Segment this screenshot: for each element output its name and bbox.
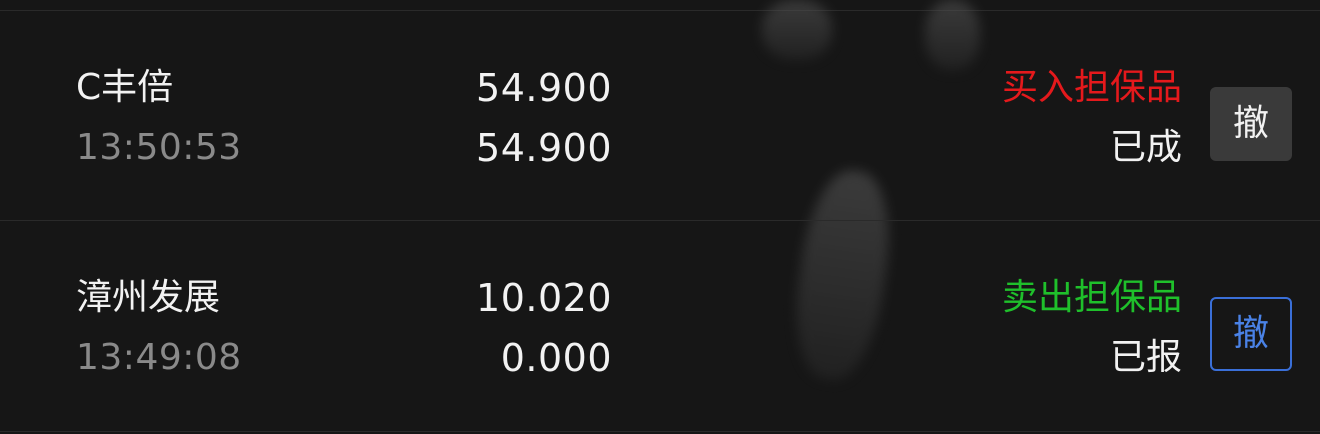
order-row[interactable]: 漳州发展 13:49:08 10.020 0.000 卖出担保品 已报 撤	[0, 222, 1320, 430]
order-time: 13:50:53	[76, 127, 242, 168]
order-status: 已报	[1109, 337, 1182, 378]
order-side: 买入担保品	[1001, 67, 1182, 108]
filled-price: 0.000	[500, 336, 612, 380]
stock-name: 漳州发展	[76, 277, 221, 318]
order-row[interactable]: C丰倍 13:50:53 54.900 54.900 买入担保品 已成 撤	[0, 12, 1320, 220]
filled-price: 54.900	[476, 126, 612, 170]
order-side: 卖出担保品	[1001, 277, 1182, 318]
order-price: 54.900	[476, 66, 612, 110]
row-divider	[0, 220, 1320, 221]
cancel-order-button[interactable]: 撤	[1210, 297, 1292, 371]
order-time: 13:49:08	[76, 337, 242, 378]
order-price: 10.020	[476, 276, 612, 320]
stock-name: C丰倍	[76, 67, 174, 108]
order-status: 已成	[1109, 127, 1182, 168]
bottom-divider	[0, 431, 1320, 432]
top-divider	[0, 10, 1320, 11]
cancel-order-button[interactable]: 撤	[1210, 87, 1292, 161]
